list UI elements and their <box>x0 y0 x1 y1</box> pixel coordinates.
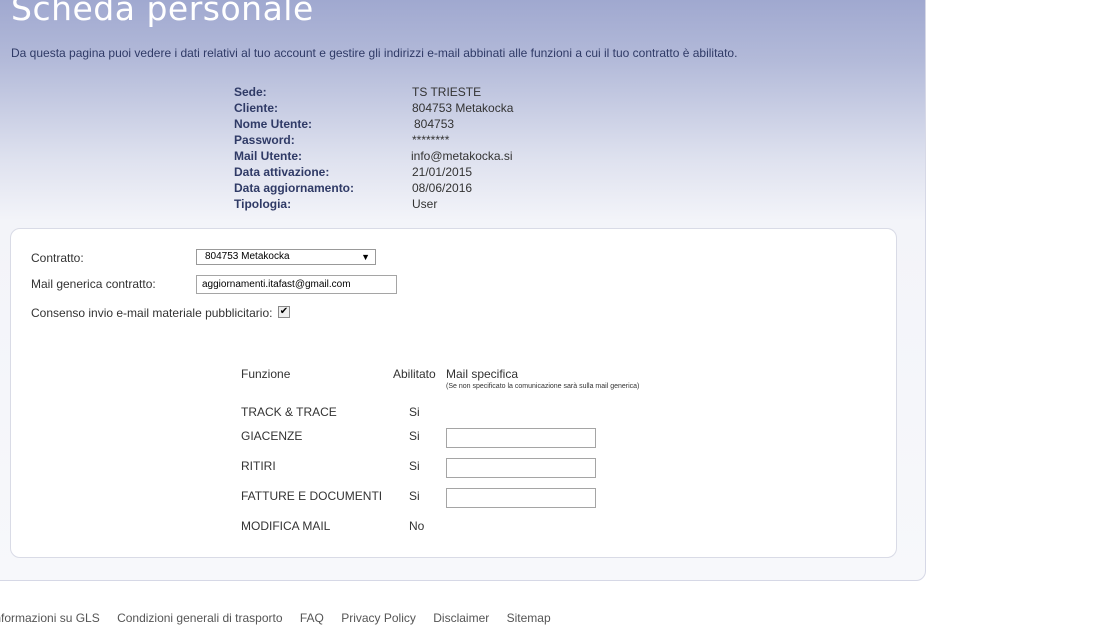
giacenze-mail-input[interactable] <box>446 428 596 448</box>
info-label: Data attivazione: <box>234 165 330 179</box>
info-label: Tipologia: <box>234 197 292 211</box>
header-abilitato: Abilitato <box>393 367 436 381</box>
content-panel: Scheda personale Da questa pagina puoi v… <box>0 0 926 581</box>
info-value: 804753 <box>414 117 455 131</box>
info-label: Sede: <box>234 85 267 99</box>
function-name-fatture: FATTURE E DOCUMENTI <box>241 489 383 503</box>
info-value: info@metakocka.si <box>411 149 513 163</box>
info-label: Mail Utente: <box>234 149 303 163</box>
consenso-label: Consenso invio e-mail materiale pubblici… <box>31 306 273 320</box>
info-value: 21/01/2015 <box>412 165 473 179</box>
ritiri-mail-input[interactable] <box>446 458 596 478</box>
page-title: Scheda personale <box>11 0 314 28</box>
mail-specifica-note: (Se non specificato la comunicazione sar… <box>446 383 640 390</box>
info-value: ******** <box>412 133 450 147</box>
function-name-track-trace: TRACK & TRACE <box>241 405 337 419</box>
footer-link-privacy[interactable]: Privacy Policy <box>341 611 416 625</box>
footer-links: Informazioni su GLS Condizioni generali … <box>0 611 565 625</box>
chevron-down-icon: ▼ <box>361 252 370 262</box>
mail-generica-label: Mail generica contratto: <box>31 277 156 291</box>
info-value: TS TRIESTE <box>412 85 482 99</box>
function-name-giacenze: GIACENZE <box>241 429 303 443</box>
mail-generica-input[interactable]: aggiornamenti.itafast@gmail.com <box>196 275 397 294</box>
header-mail-specifica: Mail specifica <box>446 367 519 381</box>
function-enabled-ritiri: Si <box>409 459 420 473</box>
contratto-selected-value: 804753 Metakocka <box>205 251 290 262</box>
info-label: Password: <box>234 133 295 147</box>
footer-link-informazioni[interactable]: Informazioni su GLS <box>0 611 100 625</box>
contratto-select[interactable]: 804753 Metakocka ▼ <box>196 249 376 265</box>
fatture-mail-input[interactable] <box>446 488 596 508</box>
footer-link-condizioni[interactable]: Condizioni generali di trasporto <box>117 611 282 625</box>
info-label: Data aggiornamento: <box>234 181 355 195</box>
function-enabled-giacenze: Si <box>409 429 420 443</box>
header-funzione: Funzione <box>241 367 291 381</box>
info-label: Nome Utente: <box>234 117 313 131</box>
info-value: User <box>412 197 438 211</box>
check-icon: ✔ <box>279 306 289 317</box>
function-name-ritiri: RITIRI <box>241 459 276 473</box>
contratto-label: Contratto: <box>31 251 84 265</box>
function-enabled-fatture: Si <box>409 489 420 503</box>
info-value: 08/06/2016 <box>412 181 473 195</box>
footer-link-sitemap[interactable]: Sitemap <box>507 611 551 625</box>
footer-link-disclaimer[interactable]: Disclaimer <box>433 611 489 625</box>
settings-card: Contratto: 804753 Metakocka ▼ Mail gener… <box>10 228 897 558</box>
consenso-checkbox[interactable]: ✔ <box>278 306 290 318</box>
function-name-modifica-mail: MODIFICA MAIL <box>241 519 331 533</box>
function-enabled-track-trace: Si <box>409 405 420 419</box>
info-label: Cliente: <box>234 101 279 115</box>
footer-link-faq[interactable]: FAQ <box>300 611 324 625</box>
function-enabled-modifica-mail: No <box>409 519 425 533</box>
page-intro: Da questa pagina puoi vedere i dati rela… <box>11 46 738 60</box>
info-value: 804753 Metakocka <box>412 101 514 115</box>
